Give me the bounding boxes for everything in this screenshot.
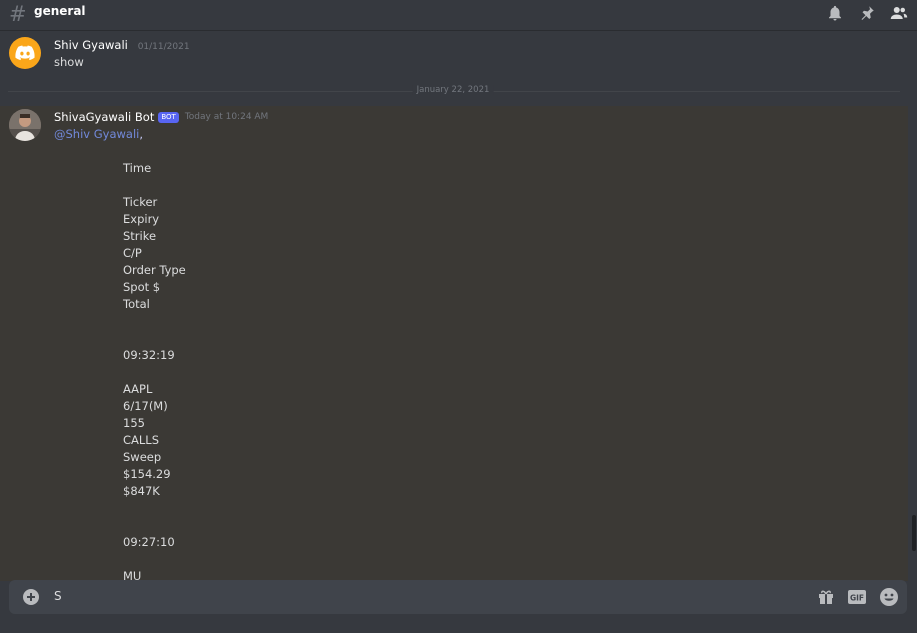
message-line: Expiry [123,212,160,226]
message-line: 6/17(M) [123,399,168,413]
message-composer: S GIF [9,580,907,614]
emoji-icon[interactable] [879,587,899,607]
message-header: Shiv Gyawali 01/11/2021 [54,38,190,52]
mention-suffix: , [139,127,144,141]
message-input[interactable]: S [54,589,62,603]
bot-badge: BOT [158,111,179,123]
message-line: 09:27:10 [123,535,175,549]
message-line: Order Type [123,263,186,277]
message-line: 155 [123,416,145,430]
message-header: ShivaGyawali Bot BOT Today at 10:24 AM [54,110,268,124]
message-line: 09:32:19 [123,348,175,362]
message-line: Time [123,161,152,175]
user-photo-icon [9,109,41,141]
message-line: CALLS [123,433,160,447]
message-line: Ticker [123,195,158,209]
pin-icon[interactable] [858,4,876,22]
message-line: C/P [123,246,142,260]
channel-header: # general [0,0,917,31]
message-line: $154.29 [123,467,171,481]
channel-name: general [34,4,86,18]
user-mention[interactable]: @Shiv Gyawali [54,127,139,141]
message-line: $847K [123,484,160,498]
svg-text:GIF: GIF [850,594,864,603]
date-divider-label: January 22, 2021 [412,85,494,95]
message-item: Shiv Gyawali 01/11/2021 show [0,36,917,76]
username[interactable]: Shiv Gyawali [54,38,128,52]
discord-logo-icon [15,45,35,61]
message-line: Total [123,297,150,311]
plus-circle-icon[interactable] [23,589,39,605]
avatar[interactable] [9,109,41,141]
timestamp: Today at 10:24 AM [184,112,269,122]
channel-hash-icon: # [9,2,27,26]
scrollbar-thumb[interactable] [912,515,916,551]
gift-icon[interactable] [817,588,835,606]
message-line: Sweep [123,450,162,464]
message-text: show [54,55,84,69]
mention-line: @Shiv Gyawali, [54,127,143,141]
message-line: Spot $ [123,280,161,294]
message-line: AAPL [123,382,153,396]
composer-toolbar: GIF [817,587,899,607]
username[interactable]: ShivaGyawali Bot [54,110,154,124]
members-icon[interactable] [890,4,908,22]
timestamp: 01/11/2021 [137,42,190,52]
gif-icon[interactable]: GIF [847,589,867,605]
avatar[interactable] [9,37,41,69]
message-line: Strike [123,229,157,243]
message-item: ShivaGyawali Bot BOT Today at 10:24 AM @… [0,106,908,583]
bell-icon[interactable] [826,4,844,22]
header-toolbar [826,4,908,22]
